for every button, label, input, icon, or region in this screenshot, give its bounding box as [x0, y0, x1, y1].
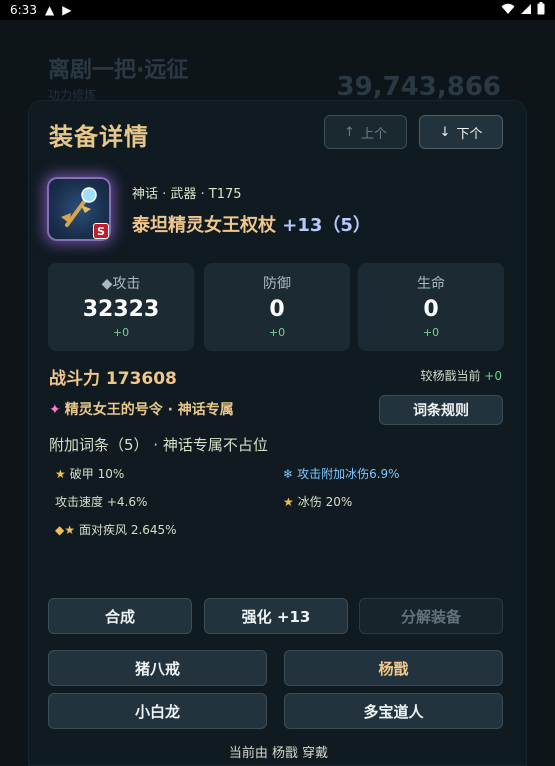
stat-label: 防御 — [263, 276, 291, 292]
stat-bonus: +0 — [422, 326, 440, 339]
item-enhance-level: +13（5） — [282, 215, 371, 236]
merge-button[interactable]: 合成 — [48, 598, 192, 634]
arrow-down-icon: ↓ — [439, 124, 451, 140]
next-item-button[interactable]: ↓ 下个 — [419, 115, 503, 149]
character-xiaobailong-button[interactable]: 小白龙 — [48, 693, 267, 729]
stat-defense: 防御 0 +0 — [204, 263, 350, 351]
character-yangjian-button[interactable]: 杨戬 — [284, 650, 503, 686]
stat-label: ◆攻击 — [101, 276, 141, 292]
item-meta: 神话 · 武器 · T175 — [132, 187, 242, 202]
stat-value: 0 — [423, 297, 439, 322]
signal-icon — [520, 3, 532, 18]
snowflake-icon: ❄ — [283, 466, 294, 481]
background-score: 39,743,866 — [336, 72, 501, 102]
warning-icon: ▲ — [44, 3, 55, 17]
combat-power: 战斗力 173608 — [49, 369, 177, 389]
character-duobaodaoren-button[interactable]: 多宝道人 — [284, 693, 503, 729]
affix-header: 附加词条（5） · 神话专属不占位 — [49, 436, 268, 454]
enhance-button[interactable]: 强化 +13 — [204, 598, 348, 634]
affix-item: 攻击速度 +4.6% — [55, 493, 147, 510]
affix-text: 攻击速度 +4.6% — [55, 495, 148, 509]
star-icon: ★ — [283, 494, 294, 509]
compare-label: 较杨戬当前 — [420, 369, 481, 383]
affix-text: 冰伤 20% — [297, 495, 353, 509]
affix-item: ◆★ 面对疾风 2.645% — [55, 521, 177, 538]
item-name-text: 泰坦精灵女王权杖 — [132, 215, 276, 236]
affix-item: ★ 冰伤 20% — [283, 493, 352, 510]
stat-value: 32323 — [82, 297, 160, 322]
affix-rules-button[interactable]: 词条规则 — [379, 395, 503, 425]
prev-label: 上个 — [360, 126, 387, 142]
stat-label: 生命 — [417, 276, 445, 292]
affix-text: 攻击附加冰伤6.9% — [297, 467, 400, 481]
affix-item: ★ 破甲 10% — [55, 465, 124, 482]
affix-item: ❄ 攻击附加冰伤6.9% — [283, 465, 400, 482]
diamond-star-icon: ◆★ — [55, 522, 75, 537]
skill-text: 精灵女王的号令 · 神话专属 — [64, 402, 234, 418]
arrow-up-icon: ↑ — [344, 124, 355, 140]
status-bar: 6:33 ▲ ▶ — [0, 0, 555, 20]
character-zhubajie-button[interactable]: 猪八戒 — [48, 650, 267, 686]
stat-attack: ◆攻击 32323 +0 — [48, 263, 194, 351]
power-compare: 较杨戬当前 +0 — [420, 367, 502, 384]
sparkle-icon: ✦ — [49, 402, 61, 418]
item-name: 泰坦精灵女王权杖 +13（5） — [132, 211, 371, 237]
battery-icon — [537, 2, 545, 18]
weapon-icon: S — [47, 177, 111, 241]
dismantle-button[interactable]: 分解装备 — [359, 598, 503, 634]
clock: 6:33 — [10, 3, 37, 17]
stat-bonus: +0 — [268, 326, 286, 339]
stat-bonus: +0 — [112, 326, 130, 339]
star-icon: ★ — [55, 466, 66, 481]
equipped-by-text: 当前由 杨戬 穿戴 — [228, 746, 329, 761]
stat-value: 0 — [269, 297, 285, 322]
exclusive-skill: ✦ 精灵女王的号令 · 神话专属 — [49, 399, 234, 419]
background-title: 离剧一把·远征 — [48, 58, 189, 83]
play-icon: ▶ — [62, 3, 72, 17]
rarity-badge: S — [93, 223, 109, 239]
affix-text: 面对疾风 2.645% — [79, 523, 177, 537]
affix-text: 破甲 10% — [69, 467, 125, 481]
next-label: 下个 — [456, 126, 483, 142]
stat-health: 生命 0 +0 — [358, 263, 504, 351]
prev-item-button[interactable]: ↑ 上个 — [324, 115, 407, 149]
compare-value: +0 — [484, 369, 502, 383]
modal-title: 装备详情 — [49, 123, 149, 151]
equipment-detail-modal: 装备详情 ↑ 上个 ↓ 下个 S 神话 · 武器 · T175 泰坦精灵女王权杖… — [28, 100, 527, 766]
wifi-icon — [501, 3, 515, 18]
